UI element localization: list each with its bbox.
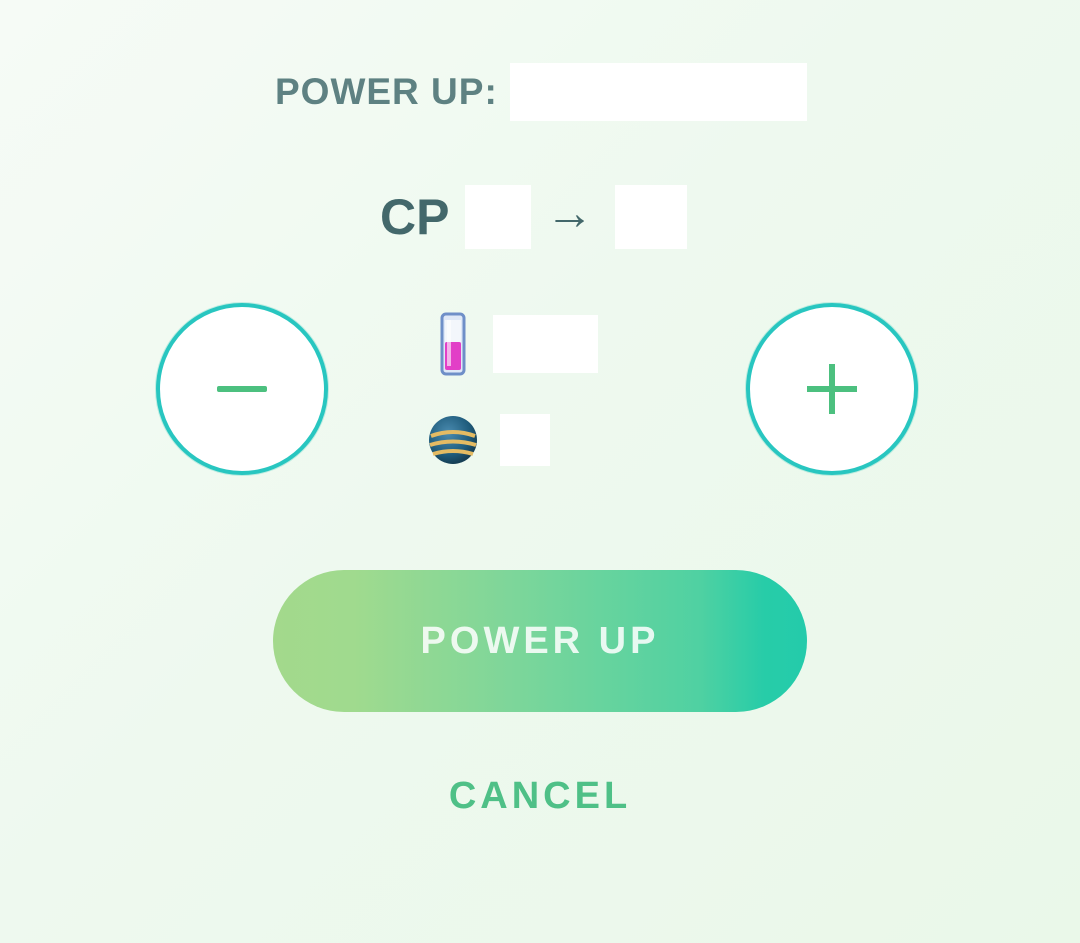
minus-icon	[217, 386, 267, 392]
current-cp-redacted	[465, 185, 532, 249]
stardust-orb-icon	[429, 416, 477, 464]
stardust-cost-row	[427, 414, 550, 466]
power-up-button-label: POWER UP	[420, 619, 660, 662]
decrease-level-button[interactable]	[156, 303, 328, 475]
plus-icon	[807, 364, 857, 414]
cp-change-row: CP →	[380, 182, 688, 252]
cp-label: CP	[380, 189, 450, 245]
stardust-amount-redacted	[500, 414, 550, 466]
power-up-title-row: POWER UP:	[275, 62, 807, 122]
power-up-button[interactable]: POWER UP	[273, 570, 807, 712]
cancel-button[interactable]: CANCEL	[0, 775, 1080, 818]
increase-level-button[interactable]	[746, 303, 918, 475]
power-up-title: POWER UP:	[275, 71, 498, 112]
pokemon-name-redacted	[509, 63, 807, 121]
candy-amount-redacted	[493, 315, 598, 373]
arrow-right-icon: →	[545, 187, 594, 240]
rare-candy-vial-icon	[440, 312, 466, 376]
candy-cost-row	[440, 312, 598, 376]
new-cp-redacted	[615, 185, 688, 249]
